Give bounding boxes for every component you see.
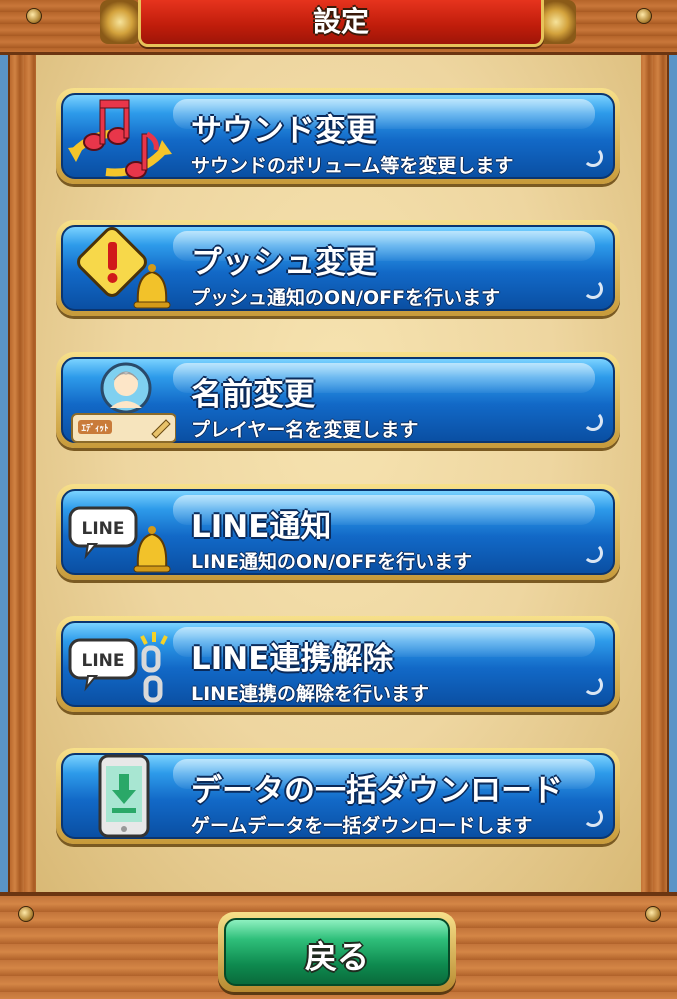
phone-download-icon [98,754,150,838]
hinge-icon [100,0,140,44]
item-desc: プッシュ通知のON/OFFを行います [191,287,501,309]
corner-shine [583,279,603,299]
item-title: 名前変更 [191,377,315,413]
back-button[interactable]: 戻る [218,912,456,992]
avatar-nameplate-icon: ｴﾃﾞｨｯﾄ [71,362,176,443]
line-unlink-icon: LINE [68,632,168,703]
corner-shine [583,543,603,563]
item-desc: サウンドのボリューム等を変更します [191,155,514,177]
line-notification-button[interactable]: LINE通知 LINE通知のON/OFFを行います LINE [56,484,620,580]
back-button-face: 戻る [224,918,450,986]
nameplate-label: ｴﾃﾞｨｯﾄ [81,422,109,434]
nail-icon [18,906,34,922]
push-settings-button[interactable]: プッシュ変更 プッシュ通知のON/OFFを行います [56,220,620,316]
item-title: LINE通知 [191,509,332,545]
page-title: 設定 [312,5,369,38]
name-change-button[interactable]: 名前変更 プレイヤー名を変更します ｴﾃﾞｨｯﾄ [56,352,620,448]
nail-icon [636,8,652,24]
corner-shine [583,411,603,431]
item-title: データの一括ダウンロード [191,773,563,809]
nail-icon [645,906,661,922]
title-plate: 設定 [138,0,544,47]
corner-shine [583,147,603,167]
item-desc: ゲームデータを一括ダウンロードします [191,815,533,837]
line-logo-label: LINE [82,519,125,539]
back-button-label: 戻る [304,938,369,976]
data-download-button[interactable]: データの一括ダウンロード ゲームデータを一括ダウンロードします [56,748,620,844]
item-desc: LINE連携の解除を行います [191,683,430,705]
music-notes-icon [68,99,172,179]
item-title: LINE連携解除 [191,641,394,677]
header-bar: 設定 [0,0,677,55]
item-title: プッシュ変更 [191,245,377,281]
item-desc: LINE通知のON/OFFを行います [191,551,473,573]
item-desc: プレイヤー名を変更します [191,419,419,441]
nail-icon [26,8,42,24]
warning-bell-icon [77,227,171,309]
right-wood-frame [637,40,669,914]
line-bell-icon: LINE [68,506,171,573]
corner-shine [583,675,603,695]
corner-shine [583,807,603,827]
sound-settings-button[interactable]: サウンド変更 サウンドのボリューム等を変更します [56,88,620,184]
line-logo-label: LINE [82,651,125,671]
screen: 設定 サウンド変更 サウンドのボリューム等を変更します プッシュ変更 プッシュ通… [0,0,677,999]
item-title: サウンド変更 [191,113,377,149]
line-unlink-button[interactable]: LINE連携解除 LINE連携の解除を行います LINE [56,616,620,712]
